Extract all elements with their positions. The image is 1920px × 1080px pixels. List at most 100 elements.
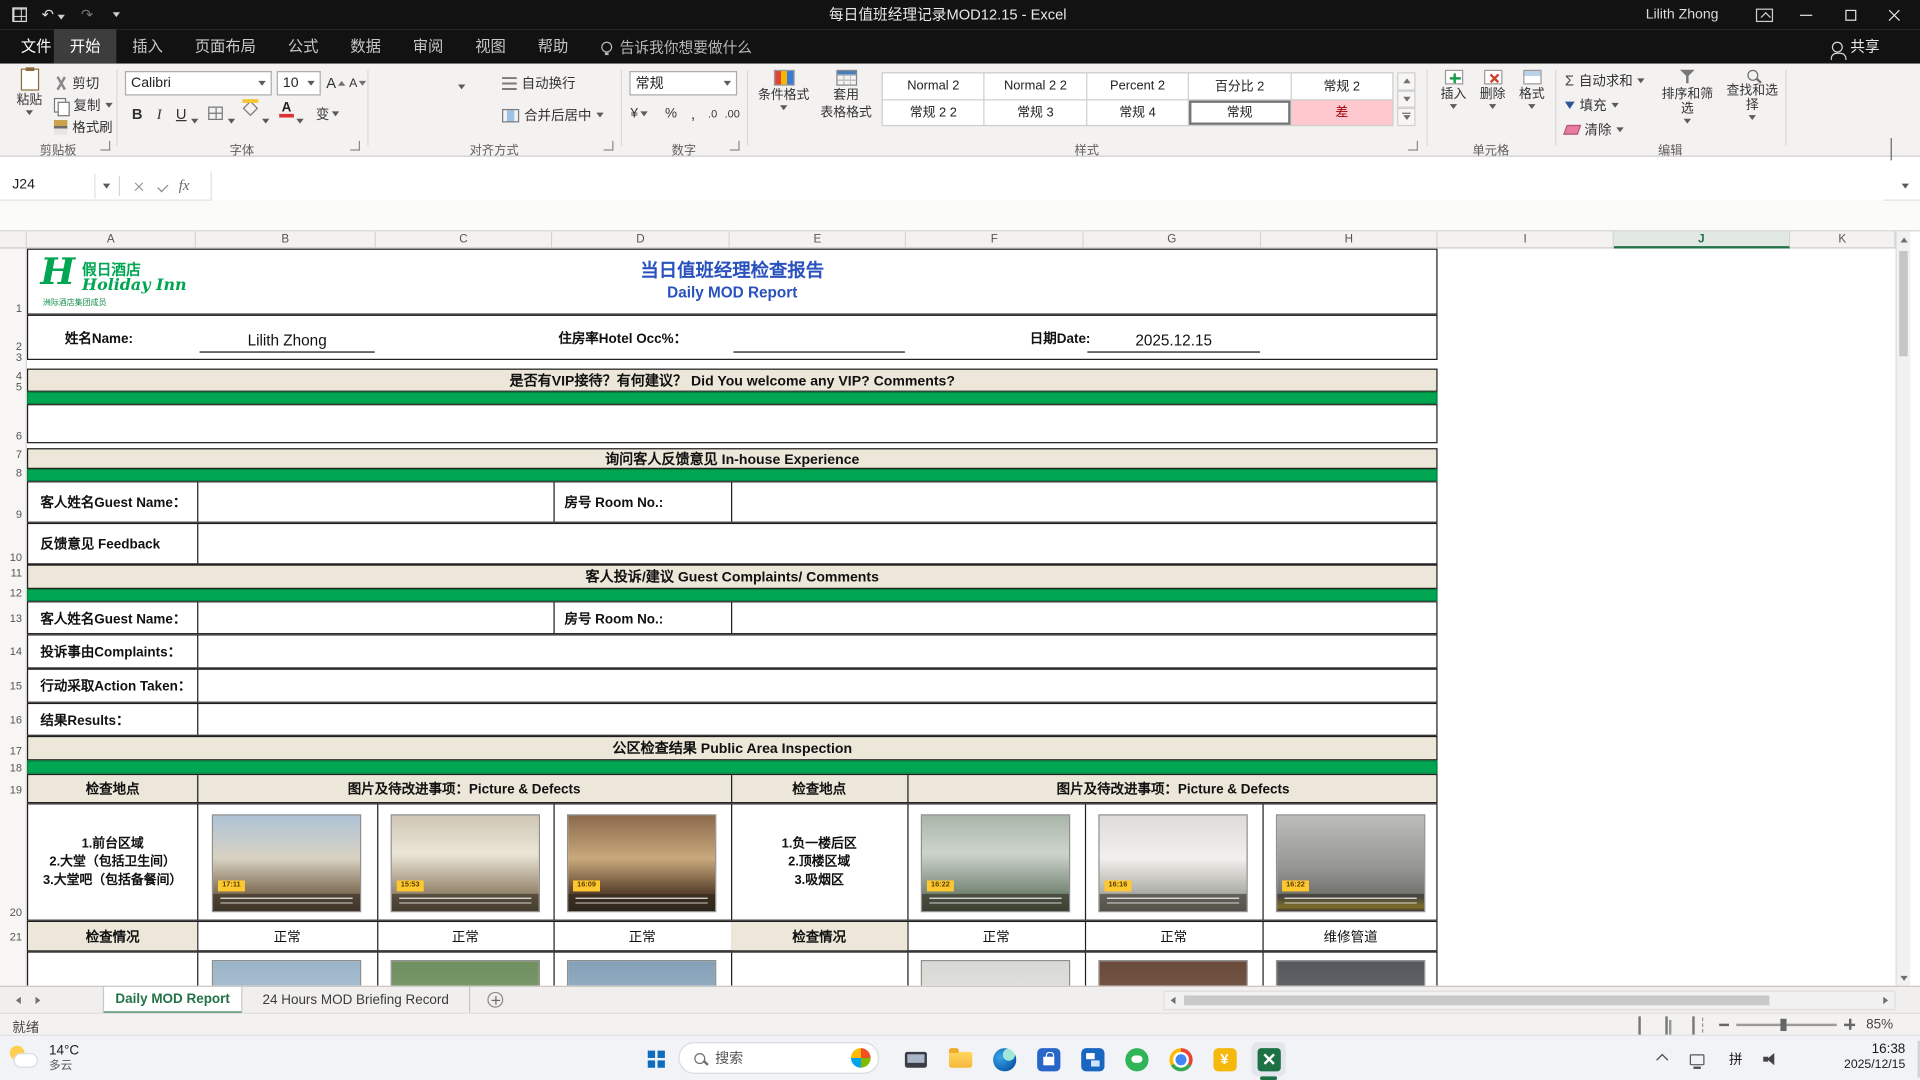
taskbar-app-store[interactable] [1031, 1042, 1065, 1076]
underline-button[interactable]: U [171, 103, 191, 125]
row-header[interactable]: 17 [0, 744, 22, 756]
sort-filter-button[interactable]: 排序和筛选 [1656, 70, 1720, 124]
underline-dropdown[interactable] [191, 108, 198, 130]
hscroll-right-button[interactable] [1880, 992, 1892, 1009]
tray-hidden-icons-button[interactable] [1653, 1051, 1670, 1068]
feedback-row[interactable]: 反馈意见 Feedback [27, 523, 1438, 565]
column-header-d[interactable]: D [552, 231, 730, 248]
taskbar-app-excel-active[interactable] [1251, 1042, 1285, 1076]
redo-button[interactable]: ↷ [81, 4, 93, 26]
inspection-photo[interactable]: 16:22 [921, 814, 1070, 912]
row-header[interactable]: 21 [0, 931, 22, 943]
increase-font-size-button[interactable]: A [326, 72, 346, 94]
taskbar-app-blue-grid[interactable] [1075, 1042, 1109, 1076]
orientation-button[interactable] [458, 73, 465, 95]
cell-style[interactable]: Normal 2 2 [985, 73, 1086, 98]
zoom-slider-track[interactable] [1736, 1024, 1836, 1026]
tab-insert[interactable]: 插入 [116, 29, 178, 63]
tab-data[interactable]: 数据 [334, 29, 396, 63]
styles-dialog-launcher[interactable] [1408, 141, 1418, 151]
font-dialog-launcher[interactable] [350, 141, 360, 151]
tab-help[interactable]: 帮助 [522, 29, 584, 63]
ime-indicator[interactable]: 拼 [1729, 1049, 1742, 1069]
zoom-level[interactable]: 85% [1866, 1018, 1893, 1033]
weather-widget[interactable]: 14°C 多云 [10, 1043, 79, 1072]
increase-decimal-button[interactable]: .0 [703, 103, 723, 125]
start-button[interactable] [639, 1042, 673, 1076]
inspection-photo[interactable]: 16:16 [1098, 814, 1247, 912]
merge-center-button[interactable]: 合并后居中 [502, 105, 604, 125]
format-cells-button[interactable]: 格式 [1513, 70, 1550, 109]
ribbon-display-options-icon[interactable] [1749, 0, 1781, 29]
inspection-photo-row[interactable]: 1.前台区域2.大堂（包括卫生间）3.大堂吧（包括备餐间） 17:11 15:5… [27, 803, 1438, 921]
zoom-in-button[interactable] [1844, 1019, 1855, 1030]
status-cell[interactable]: 维修管道 [1262, 922, 1438, 950]
column-header-k[interactable]: K [1790, 231, 1895, 248]
inspection-photo[interactable] [391, 960, 540, 986]
insert-function-button[interactable]: fx [179, 176, 190, 194]
formula-bar-expand-button[interactable] [1896, 174, 1916, 198]
taskbar-app-chrome[interactable] [1163, 1042, 1197, 1076]
row-header[interactable]: 14 [0, 645, 22, 657]
tell-me-box[interactable]: 告诉我你想要做什么 [601, 29, 752, 63]
cell-style[interactable]: 常规 3 [985, 100, 1086, 125]
inspection-photo[interactable] [921, 960, 1070, 986]
formula-input[interactable] [211, 171, 1884, 200]
copy-button[interactable]: 复制 [54, 96, 113, 116]
row-header[interactable]: 15 [0, 680, 22, 692]
row-header[interactable]: 16 [0, 714, 22, 726]
inspection-photo[interactable] [1098, 960, 1247, 986]
new-sheet-button[interactable] [487, 992, 503, 1008]
inspection-photo[interactable]: 17:11 [212, 814, 361, 912]
inspection-photo[interactable] [212, 960, 361, 986]
maximize-button[interactable] [1829, 0, 1871, 29]
row-header[interactable]: 18 [0, 762, 22, 774]
complaint-row[interactable]: 投诉事由Complaints： [27, 634, 1438, 668]
status-cell[interactable]: 正常 [907, 922, 1085, 950]
percent-style-button[interactable]: % [661, 103, 681, 125]
inspection-photo[interactable]: 15:53 [391, 814, 540, 912]
conditional-formatting-button[interactable]: 条件格式 [754, 70, 813, 110]
row-header[interactable]: 9 [0, 508, 22, 520]
cell-style-bad[interactable]: 差 [1291, 100, 1392, 125]
font-name-combobox[interactable]: Calibri [125, 71, 272, 95]
sheet-tab[interactable]: 24 Hours MOD Briefing Record [242, 987, 470, 1014]
cut-button[interactable]: 剪切 [54, 73, 99, 93]
report-header-row[interactable]: H 假日酒店 Holiday Inn 洲际酒店集团成员 当日值班经理检查报告 D… [27, 249, 1438, 315]
tab-view[interactable]: 视图 [459, 29, 521, 63]
comma-style-button[interactable]: , [683, 103, 703, 125]
clipboard-dialog-launcher[interactable] [100, 141, 110, 151]
row-header[interactable]: 19 [0, 784, 22, 796]
status-cell[interactable]: 正常 [197, 922, 377, 950]
tab-review[interactable]: 审阅 [397, 29, 459, 63]
guest-feedback-name-row[interactable]: 客人姓名Guest Name： 房号 Room No.: [27, 481, 1438, 523]
column-header-a[interactable]: A [27, 231, 196, 248]
row-header[interactable]: 6 [0, 430, 22, 442]
bold-button[interactable]: B [127, 103, 147, 125]
fill-color-dropdown[interactable] [262, 108, 269, 130]
fill-button[interactable]: 填充 [1565, 96, 1619, 116]
find-select-button[interactable]: 查找和选择 [1722, 70, 1783, 120]
inspection-photo[interactable] [1276, 960, 1425, 986]
confirm-entry-button[interactable] [152, 174, 174, 198]
taskbar-app-file-explorer[interactable] [943, 1042, 977, 1076]
row-header[interactable]: 3 [0, 351, 22, 363]
customize-quick-access-button[interactable] [113, 0, 120, 29]
zoom-out-button[interactable] [1719, 1024, 1729, 1026]
gallery-more-button[interactable] [1397, 108, 1415, 126]
row-header[interactable]: 12 [0, 587, 22, 599]
column-header-f[interactable]: F [906, 231, 1084, 248]
cell-style[interactable]: 常规 4 [1087, 100, 1188, 125]
taskbar-app-finance[interactable]: ¥ [1207, 1042, 1241, 1076]
accounting-format-button[interactable]: ¥ [629, 103, 649, 125]
gallery-up-button[interactable] [1397, 72, 1415, 90]
tray-monitor-icon[interactable] [1687, 1049, 1707, 1069]
paste-button[interactable]: 粘贴 [10, 69, 49, 116]
row-header[interactable]: 11 [0, 567, 22, 579]
name-box-dropdown[interactable] [98, 174, 115, 198]
sheet-nav-right-button[interactable] [29, 987, 46, 1014]
sheet-nav-left-button[interactable] [10, 987, 27, 1014]
vip-answer-cell[interactable] [27, 404, 1438, 443]
status-cell[interactable]: 正常 [553, 922, 731, 950]
format-as-table-button[interactable]: 套用表格格式 [816, 70, 877, 120]
